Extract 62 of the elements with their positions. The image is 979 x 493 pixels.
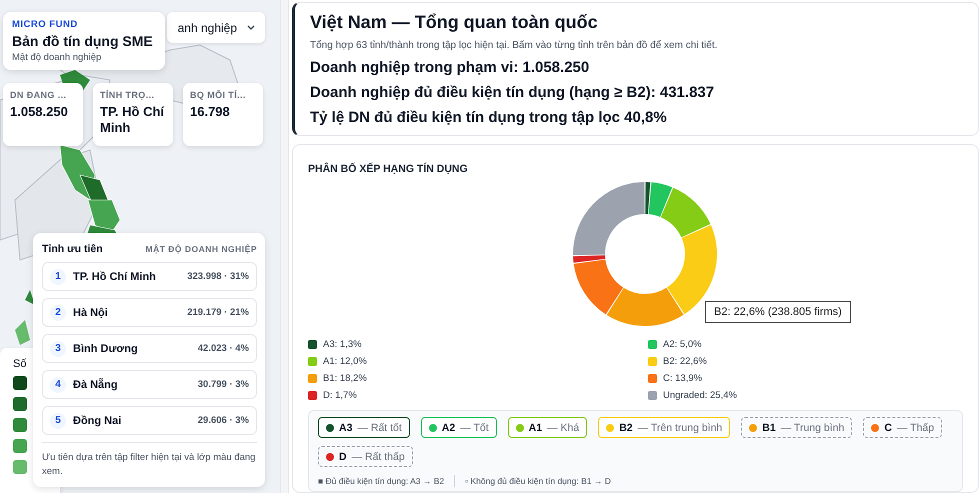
stat-label: BQ MỖI TỈ... <box>190 90 247 100</box>
donut-slice[interactable] <box>645 182 650 214</box>
layer-dropdown[interactable]: anh nghiệp <box>167 12 265 43</box>
donut-slice[interactable] <box>573 255 606 263</box>
stat-label: TỈNH TRỌ... <box>100 90 156 100</box>
app-title: Bản đồ tín dụng SME <box>12 33 154 49</box>
legend-label: Ungraded: 25,4% <box>663 390 737 401</box>
rank-badge: 3 <box>50 340 66 356</box>
legend-title: Số <box>13 358 28 370</box>
province-item[interactable]: 2 Hà Nội 219.179 · 21% <box>42 298 257 327</box>
province-name: Hà Nội <box>73 306 109 318</box>
grade-chip[interactable]: A1 — Khá <box>508 417 588 438</box>
grade-chip[interactable]: D — Rất thấp <box>318 446 413 467</box>
rank-badge: 4 <box>50 376 66 392</box>
grade-chip[interactable]: B1 — Trung bình <box>741 417 852 438</box>
rank-badge: 2 <box>50 304 66 320</box>
province-name: Đồng Nai <box>73 414 122 426</box>
summary-title: Việt Nam — Tổng quan toàn quốc <box>310 12 599 33</box>
province-value: 219.179 · 21% <box>187 307 249 318</box>
summary-line: Doanh nghiệp trong phạm vi: 1.058.250 <box>310 59 590 76</box>
grade-chip[interactable]: A3 — Rất tốt <box>318 417 410 438</box>
stat-value: TP. Hồ Chí Minh <box>100 104 166 136</box>
province-name: Bình Dương <box>73 342 139 354</box>
province-value: 42.023 · 4% <box>198 343 249 354</box>
stat-label: DN ĐANG ... <box>10 90 68 100</box>
legend-label: D: 1,7% <box>323 390 357 401</box>
grade-note: ▫ Không đủ điều kiện tín dụng: B1 → D <box>465 476 611 486</box>
legend-label: A1: 12,0% <box>323 356 367 367</box>
stat-value: 1.058.250 <box>10 104 69 120</box>
rank-badge: 5 <box>50 412 66 428</box>
province-item[interactable]: 5 Đồng Nai 29.606 · 3% <box>42 406 257 435</box>
province-name: TP. Hồ Chí Minh <box>73 270 157 282</box>
legend-label: B2: 22,6% <box>663 356 707 367</box>
chart-tooltip: B2: 22,6% (238.805 firms) <box>705 301 851 323</box>
province-item[interactable]: 1 TP. Hồ Chí Minh 323.998 · 31% <box>42 262 257 291</box>
donut-slice[interactable] <box>648 182 672 217</box>
metric-label: MẬT ĐỘ DOANH NGHIỆP <box>146 244 257 254</box>
grade-chip[interactable]: B2 — Trên trung bình <box>598 417 730 438</box>
stat-value: 16.798 <box>190 104 231 120</box>
summary-line: Tỷ lệ DN đủ điều kiện tín dụng trong tập lọc 40,8% <box>310 109 668 126</box>
summary-line: Doanh nghiệp đủ điều kiện tín dụng (hạng ≥ B2): 431.837 <box>310 84 716 101</box>
legend-label: C: 13,9% <box>663 373 702 384</box>
legend-label: A2: 5,0% <box>663 339 702 350</box>
priority-title: Tỉnh ưu tiên <box>42 243 103 255</box>
app-subtitle: Mật độ doanh nghiệp <box>12 52 102 63</box>
province-name: Đà Nẵng <box>73 378 119 390</box>
priority-note: Ưu tiên dựa trên tập filter hiện tại và lớp màu đang xem. <box>42 442 257 479</box>
brand-eyebrow: MICRO FUND <box>12 19 79 30</box>
province-value: 30.799 · 3% <box>198 379 249 390</box>
summary-description: Tổng hợp 63 tỉnh/thành trong tập lọc hiện tại. Bấm vào từng tỉnh trên bản đồ để xem chi tiết. <box>310 40 718 51</box>
chart-heading: PHÂN BỐ XẾP HẠNG TÍN DỤNG <box>308 163 469 175</box>
chevron-icon <box>247 25 255 30</box>
province-value: 29.606 · 3% <box>198 415 249 426</box>
legend-label: B1: 18,2% <box>323 373 367 384</box>
province-value: 323.998 · 31% <box>187 271 249 282</box>
legend-label: A3: 1,3% <box>323 339 362 350</box>
rank-badge: 1 <box>50 268 66 284</box>
province-item[interactable]: 4 Đà Nẵng 30.799 · 3% <box>42 370 257 399</box>
province-item[interactable]: 3 Bình Dương 42.023 · 4% <box>42 334 257 363</box>
grade-chip[interactable]: C — Thấp <box>863 417 942 438</box>
grade-chip[interactable]: A2 — Tốt <box>420 417 497 438</box>
grade-note: ■ Đủ điều kiện tín dụng: A3 → B2 <box>318 476 444 486</box>
